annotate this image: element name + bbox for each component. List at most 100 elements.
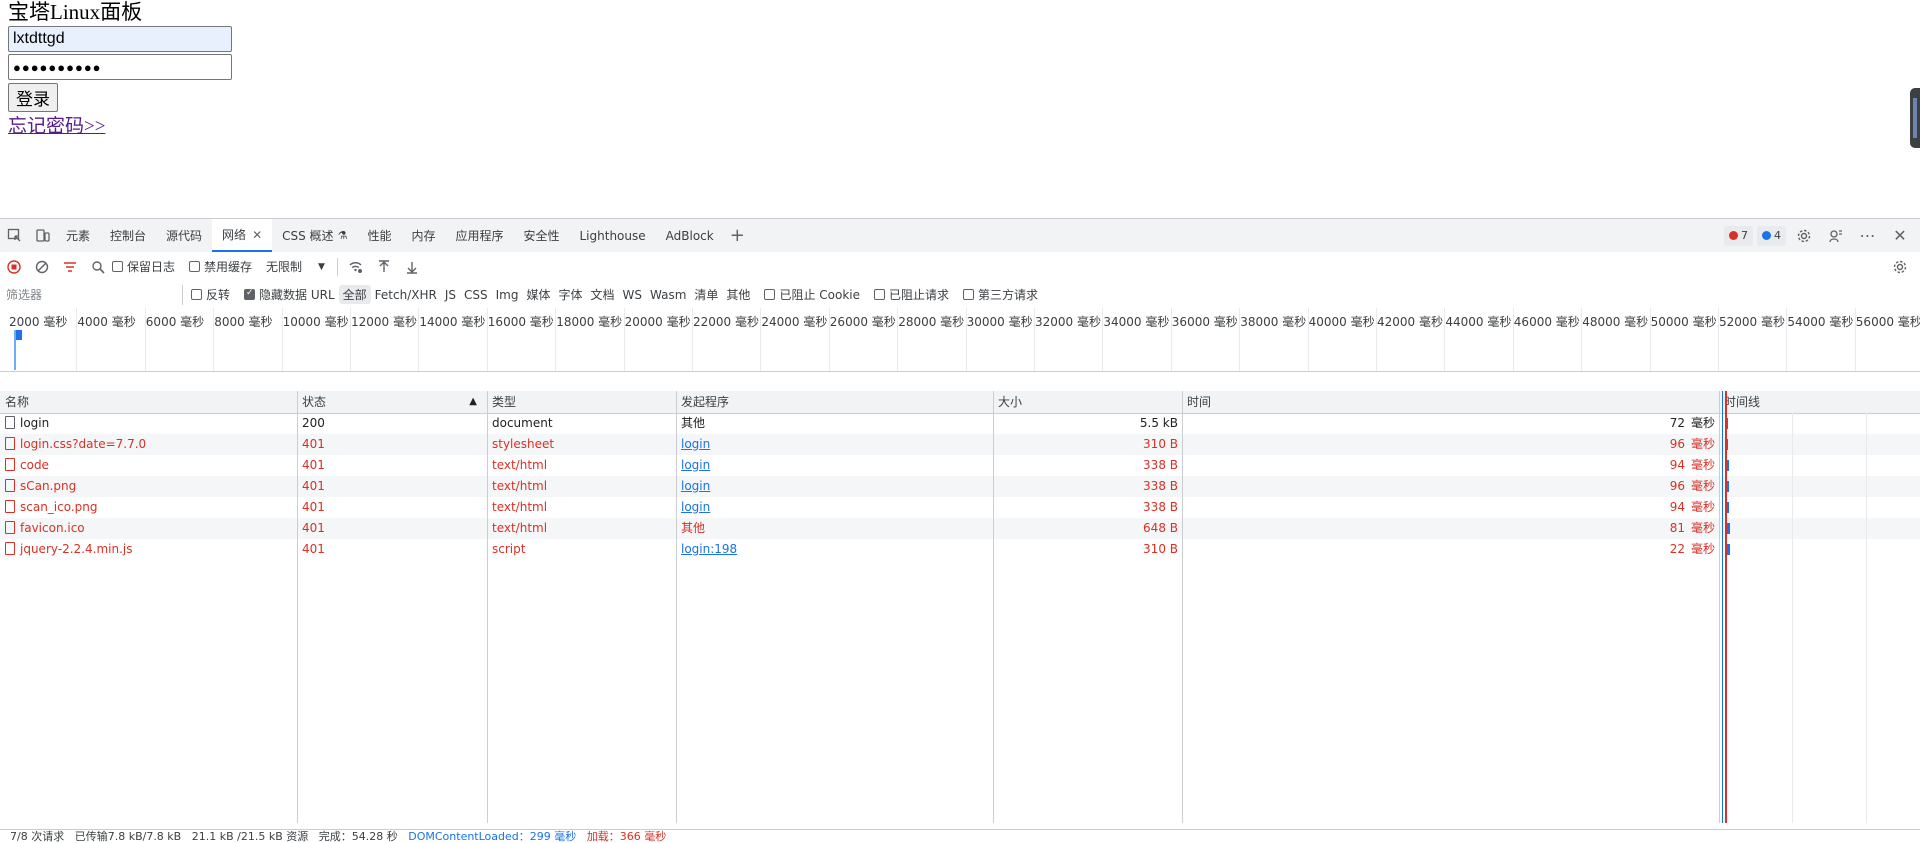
network-conditions-icon[interactable] [342, 253, 370, 281]
cell-type: text/html [487, 455, 676, 476]
column-header-name[interactable]: 名称 [0, 391, 297, 413]
checkbox-box[interactable] [191, 289, 202, 300]
filter-type-button[interactable]: 其他 [722, 285, 754, 304]
cell-initiator[interactable]: login [676, 434, 993, 455]
search-icon[interactable] [84, 253, 112, 281]
forgot-password-link[interactable]: 忘记密码>> [8, 111, 105, 138]
column-header-initiator[interactable]: 发起程序 [676, 391, 993, 413]
filter-type-button[interactable]: CSS [460, 285, 492, 304]
third-party-checkbox[interactable]: 第三方请求 [963, 286, 1038, 303]
clear-icon[interactable] [28, 253, 56, 281]
filter-type-button[interactable]: WS [619, 285, 646, 304]
filter-type-button[interactable]: Fetch/XHR [371, 285, 441, 304]
network-settings-gear-icon[interactable] [1886, 253, 1914, 281]
remote-devices-icon[interactable] [1822, 222, 1850, 250]
table-row[interactable]: code 401 text/html login 338 B 94 毫秒 [0, 455, 1920, 476]
devtools-tab[interactable]: 性能 [357, 219, 401, 252]
login-page: 宝塔Linux面板 lxtdttgd ●●●●●●●●●● 登录 忘记密码>> [0, 0, 1920, 218]
table-row[interactable]: sCan.png 401 text/html login 338 B 96 毫秒 [0, 476, 1920, 497]
close-tab-icon[interactable]: ✕ [252, 228, 262, 242]
checkbox-box[interactable] [112, 261, 123, 272]
devtools-tab[interactable]: Lighthouse [570, 219, 656, 252]
type-value: text/html [492, 500, 548, 514]
cell-initiator[interactable]: login:198 [676, 539, 993, 560]
filter-type-button[interactable]: Img [492, 285, 523, 304]
record-stop-icon[interactable] [0, 253, 28, 281]
filter-icon[interactable] [56, 253, 84, 281]
table-row[interactable]: jquery-2.2.4.min.js 401 script login:198 310… [0, 539, 1920, 560]
inspect-element-icon[interactable] [0, 222, 28, 250]
column-header-time[interactable]: 时间 [1182, 391, 1719, 413]
column-header-status[interactable]: 状态 ▲ [297, 391, 487, 413]
column-header-size[interactable]: 大小 [993, 391, 1182, 413]
devtools-tab[interactable]: 网络 ✕ [212, 219, 273, 252]
checkbox-box[interactable] [244, 288, 256, 300]
filter-type-button[interactable]: 字体 [554, 285, 586, 304]
devtools-tab[interactable]: CSS 概述 ⚗ [272, 219, 357, 252]
column-divider[interactable] [487, 391, 488, 823]
device-toolbar-icon[interactable] [28, 222, 56, 250]
checkbox-box[interactable] [764, 289, 776, 300]
experiment-flask-icon: ⚗ [337, 229, 348, 242]
cell-initiator[interactable]: login [676, 476, 993, 497]
devtools-tab[interactable]: 安全性 [513, 219, 569, 252]
devtools-tab[interactable]: 应用程序 [445, 219, 513, 252]
filter-type-button[interactable]: 全部 [338, 285, 371, 304]
timeline-overview[interactable]: 2000 毫秒 4000 毫秒 6000 毫秒 8000 毫秒 10000 毫秒 1200… [0, 308, 1920, 372]
disable-cache-checkbox[interactable]: 禁用缓存 [189, 258, 252, 275]
add-tab-icon[interactable]: + [730, 225, 745, 246]
devtools-tab[interactable]: 源代码 [156, 219, 212, 252]
waterfall-gridline [1866, 413, 1867, 823]
cell-initiator[interactable]: login [676, 455, 993, 476]
username-input[interactable]: lxtdttgd [8, 26, 232, 52]
column-divider[interactable] [297, 391, 298, 823]
invert-checkbox[interactable]: 反转 [191, 286, 230, 303]
column-divider[interactable] [993, 391, 994, 823]
dom-content-loaded: DOMContentLoaded：299 毫秒 [408, 830, 577, 843]
blocked-requests-checkbox[interactable]: 已阻止请求 [873, 286, 949, 303]
hide-data-url-checkbox[interactable]: 隐藏数据 URL [244, 286, 335, 303]
initiator-value: 其他 [681, 416, 706, 430]
table-row[interactable]: login 200 document 其他 5.5 kB 72 毫秒 [0, 413, 1920, 434]
devtools-tab[interactable]: 控制台 [100, 219, 156, 252]
cell-initiator[interactable]: login [676, 497, 993, 518]
checkbox-box[interactable] [963, 289, 974, 300]
filter-input[interactable]: 筛选器 [6, 284, 183, 305]
errors-badge[interactable]: 7 [1724, 225, 1753, 246]
info-badge[interactable]: 4 [1757, 225, 1786, 246]
filter-type-button[interactable]: 文档 [587, 285, 619, 304]
devtools-tab[interactable]: 内存 [401, 219, 445, 252]
password-input[interactable]: ●●●●●●●●●● [8, 54, 232, 80]
close-devtools-icon[interactable]: ✕ [1886, 222, 1914, 250]
cell-size: 310 B [993, 434, 1182, 455]
more-options-icon[interactable]: ⋯ [1854, 222, 1882, 250]
checkbox-box[interactable] [189, 261, 201, 272]
filter-type-button[interactable]: JS [441, 285, 460, 304]
waterfall-bar[interactable] [1726, 544, 1730, 555]
checkbox-box[interactable] [873, 289, 885, 300]
column-divider[interactable] [676, 391, 677, 823]
devtools-tabbar: 元素 控制台 源代码 网络 ✕ CSS 概述 ⚗ 性能 内存 应用程序 安全性 Lighthouse A… [0, 219, 1920, 253]
export-har-icon[interactable] [398, 253, 426, 281]
column-header-type[interactable]: 类型 [487, 391, 676, 413]
column-header-waterfall[interactable]: 时间线 [1719, 391, 1920, 413]
filter-type-button[interactable]: 清单 [690, 285, 722, 304]
login-button[interactable]: 登录 [8, 83, 58, 112]
throttle-select[interactable]: 无限制 ▼ [266, 258, 325, 275]
table-row[interactable]: login.css?date=7.7.0 401 stylesheet login 31… [0, 434, 1920, 455]
devtools-tab[interactable]: AdBlock [656, 219, 724, 252]
table-row[interactable]: favicon.ico 401 text/html 其他 648 B 81 毫秒 [0, 518, 1920, 539]
side-widget-handle[interactable] [1910, 88, 1920, 148]
divider [336, 257, 338, 276]
import-har-icon[interactable] [370, 253, 398, 281]
tab-label: 应用程序 [455, 229, 504, 243]
table-row[interactable]: scan_ico.png 401 text/html login 338 B 94 毫秒 [0, 497, 1920, 518]
settings-gear-icon[interactable] [1790, 222, 1818, 250]
blocked-cookies-checkbox[interactable]: 已阻止 Cookie [764, 286, 860, 303]
filter-type-button[interactable]: 媒体 [522, 285, 554, 304]
filter-type-button[interactable]: Wasm [646, 285, 690, 304]
devtools-tab[interactable]: 元素 [56, 219, 100, 252]
column-divider[interactable] [1719, 391, 1720, 823]
preserve-log-checkbox[interactable]: 保留日志 [112, 258, 175, 275]
column-divider[interactable] [1182, 391, 1183, 823]
